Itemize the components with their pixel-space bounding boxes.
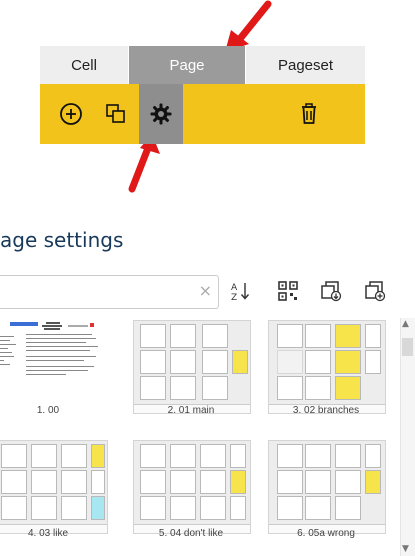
symbol-cell [277, 376, 303, 400]
symbol-cell [202, 350, 228, 374]
symbol-cell [200, 470, 226, 494]
symbol-cell [170, 444, 196, 468]
symbol-cell [277, 496, 303, 520]
svg-text:A: A [231, 283, 238, 293]
symbol-cell [31, 444, 57, 468]
symbol-cell [61, 496, 87, 520]
symbol-cell [365, 444, 381, 468]
symbol-cell [230, 470, 246, 494]
symbol-cell [305, 470, 331, 494]
symbol-cell [230, 444, 246, 468]
scroll-up-icon[interactable]: ▲ [402, 319, 409, 329]
tab-page[interactable]: Page [129, 46, 245, 84]
symbol-cell [170, 496, 196, 520]
symbol-cell [230, 496, 246, 520]
symbol-cell [305, 496, 331, 520]
symbol-cell [335, 470, 361, 494]
trash-icon [302, 103, 316, 124]
symbol-cell [1, 470, 27, 494]
symbol-cell [200, 444, 226, 468]
clear-search-icon[interactable]: × [199, 281, 212, 300]
export-pages-icon[interactable] [320, 280, 342, 302]
page-thumbnail-02-branches[interactable] [268, 320, 386, 414]
qr-code-icon[interactable] [277, 280, 299, 302]
symbol-cell [1, 496, 27, 520]
tab-cell[interactable]: Cell [40, 46, 128, 84]
symbol-cell [335, 376, 361, 400]
symbol-cell [91, 444, 105, 468]
symbol-cell [365, 324, 381, 348]
page-thumbnail-04-dont-like[interactable] [133, 440, 251, 534]
symbol-cell [277, 470, 303, 494]
tab-page-label: Page [169, 56, 205, 74]
symbol-cell [365, 350, 381, 374]
symbol-cell [335, 444, 361, 468]
symbol-cell [335, 350, 361, 374]
symbol-cell [365, 470, 381, 494]
scroll-down-icon[interactable]: ▼ [402, 544, 409, 554]
symbol-cell [170, 350, 196, 374]
symbol-cell [140, 376, 166, 400]
scrollbar-thumb[interactable] [402, 338, 413, 356]
symbol-cell [305, 376, 331, 400]
symbol-cell [202, 376, 228, 400]
symbol-cell [202, 324, 228, 348]
symbol-cell [305, 350, 331, 374]
symbol-cell [31, 470, 57, 494]
page-toolbar [40, 84, 365, 144]
page-thumbnail-label: 4. 03 like [27, 528, 69, 539]
page-thumbnail-00[interactable] [0, 320, 106, 412]
symbol-cell [335, 324, 361, 348]
tab-pageset[interactable]: Pageset [246, 46, 365, 84]
symbol-cell [277, 324, 303, 348]
symbol-cell [200, 496, 226, 520]
symbol-cell [91, 496, 105, 520]
symbol-cell [91, 470, 105, 494]
symbol-cell [305, 444, 331, 468]
page-settings-button[interactable] [139, 84, 183, 144]
symbol-cell [61, 470, 87, 494]
symbol-cell [170, 376, 196, 400]
symbol-cell [140, 350, 166, 374]
page-thumbnail-05a-wrong[interactable] [268, 440, 386, 534]
symbol-cell [31, 496, 57, 520]
symbol-cell [232, 350, 248, 374]
page-document-preview [0, 322, 98, 375]
symbol-cell [335, 496, 361, 520]
symbol-cell [170, 324, 196, 348]
page-settings-title: age settings [0, 228, 124, 252]
symbol-cell [140, 496, 166, 520]
symbol-cell [277, 444, 303, 468]
tab-pageset-label: Pageset [277, 56, 334, 74]
symbol-cell [140, 470, 166, 494]
page-thumbnail-03-like[interactable] [0, 440, 108, 534]
tab-cell-label: Cell [71, 56, 97, 74]
symbol-cell [61, 444, 87, 468]
page-thumbnail-01-main[interactable] [133, 320, 251, 414]
symbol-cell [277, 350, 303, 374]
symbol-cell [170, 470, 196, 494]
delete-page-button[interactable] [287, 84, 331, 144]
add-page-set-icon[interactable] [364, 280, 386, 302]
gear-icon [150, 103, 172, 125]
page-search-input[interactable]: × [0, 275, 219, 309]
page-thumbnail-label: 6. 05a wrong [297, 528, 355, 539]
add-circle-icon [60, 103, 82, 125]
page-thumbnail-label: 5. 04 don't like [158, 528, 224, 539]
symbol-cell [140, 324, 166, 348]
svg-text:Z: Z [231, 293, 237, 302]
sort-az-icon[interactable]: A Z [230, 280, 252, 302]
symbol-cell [305, 324, 331, 348]
add-page-button[interactable] [49, 84, 93, 144]
symbol-cell [140, 444, 166, 468]
page-thumbnail-label: 3. 02 branches [292, 405, 360, 416]
page-thumbnail-label: 2. 01 main [167, 405, 215, 416]
symbol-cell [1, 444, 27, 468]
copy-page-button[interactable] [94, 84, 138, 144]
copy-pages-icon [106, 104, 125, 123]
page-thumbnail-label: 1. 00 [36, 405, 60, 416]
